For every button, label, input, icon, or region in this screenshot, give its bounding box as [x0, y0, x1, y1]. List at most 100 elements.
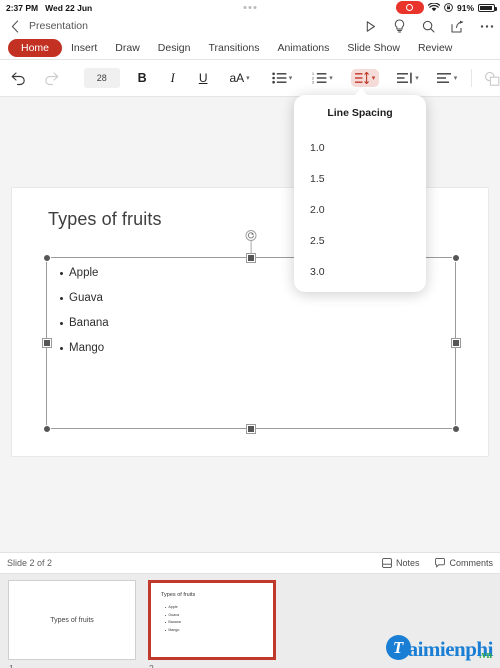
line-spacing-popover: Line Spacing 1.0 1.5 2.0 2.5 3.0: [294, 88, 426, 292]
bulleted-list-icon: [271, 72, 287, 84]
thumbnail-slide-2[interactable]: Types of fruits Apple Guava Banana Mango: [148, 580, 276, 660]
thumbnail-list-item: Guava: [165, 612, 181, 620]
tab-draw[interactable]: Draw: [106, 39, 149, 57]
thumbnail-list-item: Mango: [165, 627, 181, 635]
list-item-label: Guava: [69, 292, 103, 304]
shapes-button[interactable]: [484, 66, 500, 90]
chevron-down-icon: ▾: [288, 75, 293, 82]
handle-dot: [243, 6, 247, 9]
thumbnail-list-label: Guava: [168, 612, 179, 617]
thumbnail-number: 2: [149, 663, 154, 668]
rotate-handle-icon[interactable]: [245, 230, 257, 241]
list-item-label: Apple: [69, 267, 99, 279]
rotation-lock-icon: [444, 3, 453, 12]
tab-slide-show[interactable]: Slide Show: [338, 39, 409, 57]
font-format-button[interactable]: aA ▾: [229, 71, 249, 85]
taimienphi-watermark: T aimienphi .vn: [385, 635, 493, 661]
tab-design[interactable]: Design: [149, 39, 200, 57]
document-nav-bar: Presentation: [0, 16, 500, 36]
notes-label: Notes: [395, 558, 420, 568]
tab-home[interactable]: Home: [8, 38, 63, 57]
more-options-icon[interactable]: [479, 19, 494, 34]
tab-insert[interactable]: Insert: [62, 39, 106, 57]
bullet-dot-icon: [60, 322, 63, 325]
list-item[interactable]: Guava: [60, 286, 109, 311]
line-spacing-option-1-5[interactable]: 1.5: [294, 163, 426, 194]
handle-dot: [248, 6, 252, 9]
thumbnail-list-label: Mango: [168, 627, 180, 632]
list-item-label: Mango: [69, 342, 105, 354]
thumbnail-item-1[interactable]: Types of fruits 1: [8, 580, 136, 668]
battery-percentage: 91%: [456, 2, 474, 13]
undo-button[interactable]: [10, 66, 26, 90]
wifi-icon: [427, 3, 440, 12]
share-icon[interactable]: [450, 19, 465, 34]
line-spacing-option-3-0[interactable]: 3.0: [294, 256, 426, 287]
line-spacing-icon: [354, 72, 370, 84]
record-indicator[interactable]: [395, 1, 424, 14]
comments-icon: [435, 558, 446, 568]
status-indicators: 91%: [395, 1, 497, 14]
redo-icon: [44, 71, 60, 86]
bullet-dot-icon: [165, 607, 167, 609]
list-item[interactable]: Apple: [60, 261, 109, 286]
line-spacing-options: 1.0 1.5 2.0 2.5 3.0: [294, 132, 426, 287]
tell-me-lightbulb-icon[interactable]: [392, 19, 407, 34]
italic-button[interactable]: I: [171, 66, 175, 90]
comments-label: Comments: [449, 558, 493, 568]
list-item[interactable]: Banana: [60, 311, 109, 336]
tab-animations[interactable]: Animations: [268, 39, 338, 57]
line-spacing-option-2-5[interactable]: 2.5: [294, 225, 426, 256]
bullets-button[interactable]: ▾: [271, 72, 293, 84]
line-spacing-button[interactable]: ▾: [350, 69, 380, 87]
status-date: Wed 22 Jun: [45, 3, 93, 13]
tab-transitions[interactable]: Transitions: [199, 39, 268, 57]
redo-button[interactable]: [44, 66, 60, 90]
line-spacing-option-1-0[interactable]: 1.0: [294, 132, 426, 163]
chevron-down-icon: ▾: [246, 75, 250, 82]
bullet-dot-icon: [165, 629, 167, 631]
thumbnail-slide-1[interactable]: Types of fruits: [8, 580, 136, 660]
bold-button[interactable]: B: [138, 66, 147, 90]
comments-button[interactable]: Comments: [435, 558, 493, 568]
watermark-logo-circle: T: [385, 635, 411, 660]
line-spacing-option-2-0[interactable]: 2.0: [294, 194, 426, 225]
thumbnail-number: 1: [9, 663, 14, 668]
indent-icon: [397, 72, 413, 84]
chevron-down-icon: ▾: [453, 75, 458, 82]
notes-button[interactable]: Notes: [382, 558, 420, 568]
status-actions: Notes Comments: [382, 558, 493, 568]
bullet-dot-icon: [60, 272, 63, 275]
play-slideshow-icon[interactable]: [363, 19, 378, 34]
svg-text:3: 3: [312, 81, 314, 84]
tab-review[interactable]: Review: [409, 39, 461, 57]
back-chevron-icon[interactable]: [10, 19, 20, 33]
text-align-button[interactable]: ▾: [436, 72, 458, 84]
battery-icon: [478, 3, 497, 12]
thumbnail-list-item: Apple: [165, 604, 181, 612]
popover-title: Line Spacing: [327, 107, 393, 119]
list-item[interactable]: Mango: [60, 336, 109, 361]
thumbnail-item-2[interactable]: Types of fruits Apple Guava Banana Mango…: [148, 580, 276, 668]
slide-status-bar: Slide 2 of 2 Notes Comments: [0, 552, 500, 574]
status-time: 2:37 PM: [6, 3, 39, 13]
multitasking-handle-icon[interactable]: [243, 6, 257, 9]
thumbnail-title: Types of fruits: [161, 592, 196, 598]
bullet-dot-icon: [60, 347, 63, 350]
rotate-stem: [250, 238, 252, 258]
font-size-input[interactable]: 28: [84, 68, 120, 88]
notes-icon: [382, 558, 392, 568]
thumbnail-list-label: Banana: [168, 620, 181, 624]
indent-button[interactable]: ▾: [397, 72, 419, 84]
thumbnail-list-label: Apple: [168, 605, 178, 609]
shapes-icon: [484, 71, 500, 86]
undo-icon: [10, 71, 26, 86]
search-icon[interactable]: [421, 19, 436, 34]
slide-title-text[interactable]: Types of fruits: [48, 209, 162, 230]
toolbar-divider: [471, 69, 472, 87]
numbering-button[interactable]: 1 2 3 ▾: [312, 72, 333, 84]
bullet-dot-icon: [165, 614, 167, 616]
underline-button[interactable]: U: [199, 66, 208, 90]
bullet-dot-icon: [165, 622, 167, 624]
document-title[interactable]: Presentation: [29, 20, 88, 32]
